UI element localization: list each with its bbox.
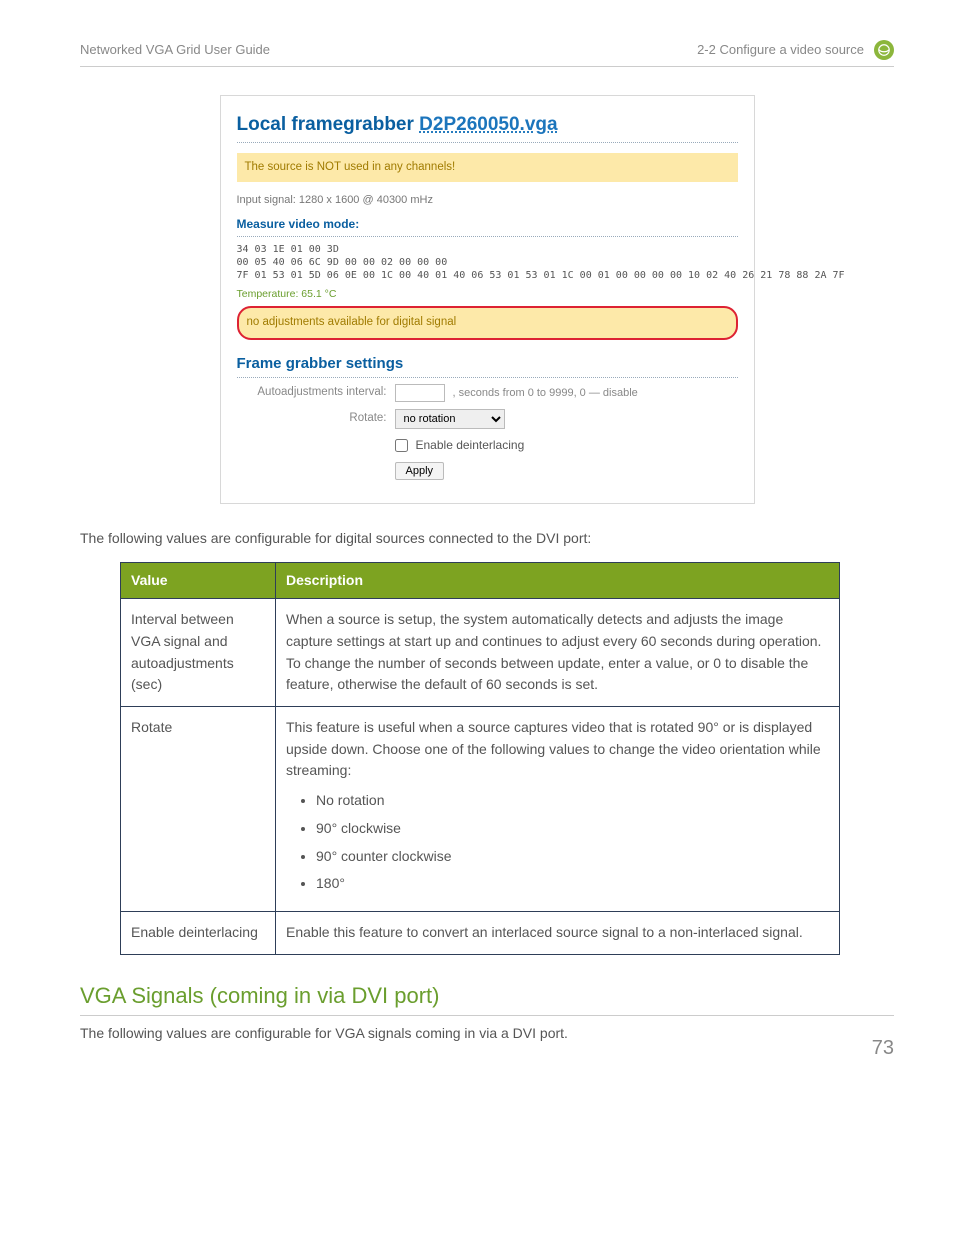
header-left: Networked VGA Grid User Guide — [80, 40, 270, 60]
input-signal-text: Input signal: 1280 x 1600 @ 40300 mHz — [237, 192, 738, 209]
list-item: 90° counter clockwise — [316, 846, 829, 868]
deinterlace-checkbox[interactable] — [395, 439, 408, 452]
measure-heading: Measure video mode: — [237, 215, 738, 237]
page-header: Networked VGA Grid User Guide 2-2 Config… — [80, 40, 894, 67]
table-header-row: Value Description — [121, 562, 840, 599]
apply-row: Apply — [237, 462, 738, 480]
autoadjust-label: Autoadjustments interval: — [237, 384, 387, 402]
table-row: Enable deinterlacing Enable this feature… — [121, 911, 840, 954]
cell-desc: Enable this feature to convert an interl… — [276, 911, 840, 954]
framegrabber-settings-heading: Frame grabber settings — [237, 352, 738, 378]
cell-value: Rotate — [121, 707, 276, 912]
col-desc-header: Description — [276, 562, 840, 599]
config-table: Value Description Interval between VGA s… — [120, 562, 840, 955]
list-item: 90° clockwise — [316, 818, 829, 840]
channel-warning: The source is NOT used in any channels! — [237, 153, 738, 183]
col-value-header: Value — [121, 562, 276, 599]
autoadjust-row: Autoadjustments interval: , seconds from… — [237, 384, 738, 402]
rotate-select[interactable]: no rotation — [395, 409, 505, 429]
panel-title-prefix: Local framegrabber — [237, 114, 420, 135]
footer-rule — [80, 1015, 894, 1016]
rotate-row: Rotate: no rotation — [237, 409, 738, 429]
framegrabber-panel: Local framegrabber D2P260050.vga The sou… — [220, 95, 755, 504]
page-number: 73 — [872, 1033, 894, 1064]
header-right: 2-2 Configure a video source — [697, 40, 864, 60]
list-item: 180° — [316, 873, 829, 895]
autoadjust-input[interactable] — [395, 384, 445, 402]
vga-signals-text: The following values are configurable fo… — [80, 1023, 894, 1045]
deinterlace-row: Enable deinterlacing — [237, 436, 738, 455]
cell-value: Enable deinterlacing — [121, 911, 276, 954]
panel-title: Local framegrabber D2P260050.vga — [237, 110, 738, 142]
device-link[interactable]: D2P260050.vga — [419, 114, 557, 135]
table-row: Interval between VGA signal and autoadju… — [121, 599, 840, 707]
cell-desc: When a source is setup, the system autom… — [276, 599, 840, 707]
rotate-desc-lead: This feature is useful when a source cap… — [286, 719, 821, 778]
cell-value: Interval between VGA signal and autoadju… — [121, 599, 276, 707]
table-row: Rotate This feature is useful when a sou… — [121, 707, 840, 912]
no-adjustments-warning: no adjustments available for digital sig… — [237, 306, 738, 340]
vga-signals-heading: VGA Signals (coming in via DVI port) — [80, 979, 894, 1013]
deinterlace-label: Enable deinterlacing — [416, 436, 525, 455]
apply-button[interactable]: Apply — [395, 462, 445, 480]
rotate-options-list: No rotation 90° clockwise 90° counter cl… — [286, 790, 829, 895]
rotate-label: Rotate: — [237, 410, 387, 428]
cell-desc: This feature is useful when a source cap… — [276, 707, 840, 912]
intro-text: The following values are configurable fo… — [80, 528, 894, 550]
hex-dump: 34 03 1E 01 00 3D 00 05 40 06 6C 9D 00 0… — [237, 243, 738, 282]
list-item: No rotation — [316, 790, 829, 812]
autoadjust-hint: , seconds from 0 to 9999, 0 — disable — [453, 385, 638, 402]
brand-badge-icon — [874, 40, 894, 60]
temperature-text: Temperature: 65.1 °C — [237, 286, 738, 302]
